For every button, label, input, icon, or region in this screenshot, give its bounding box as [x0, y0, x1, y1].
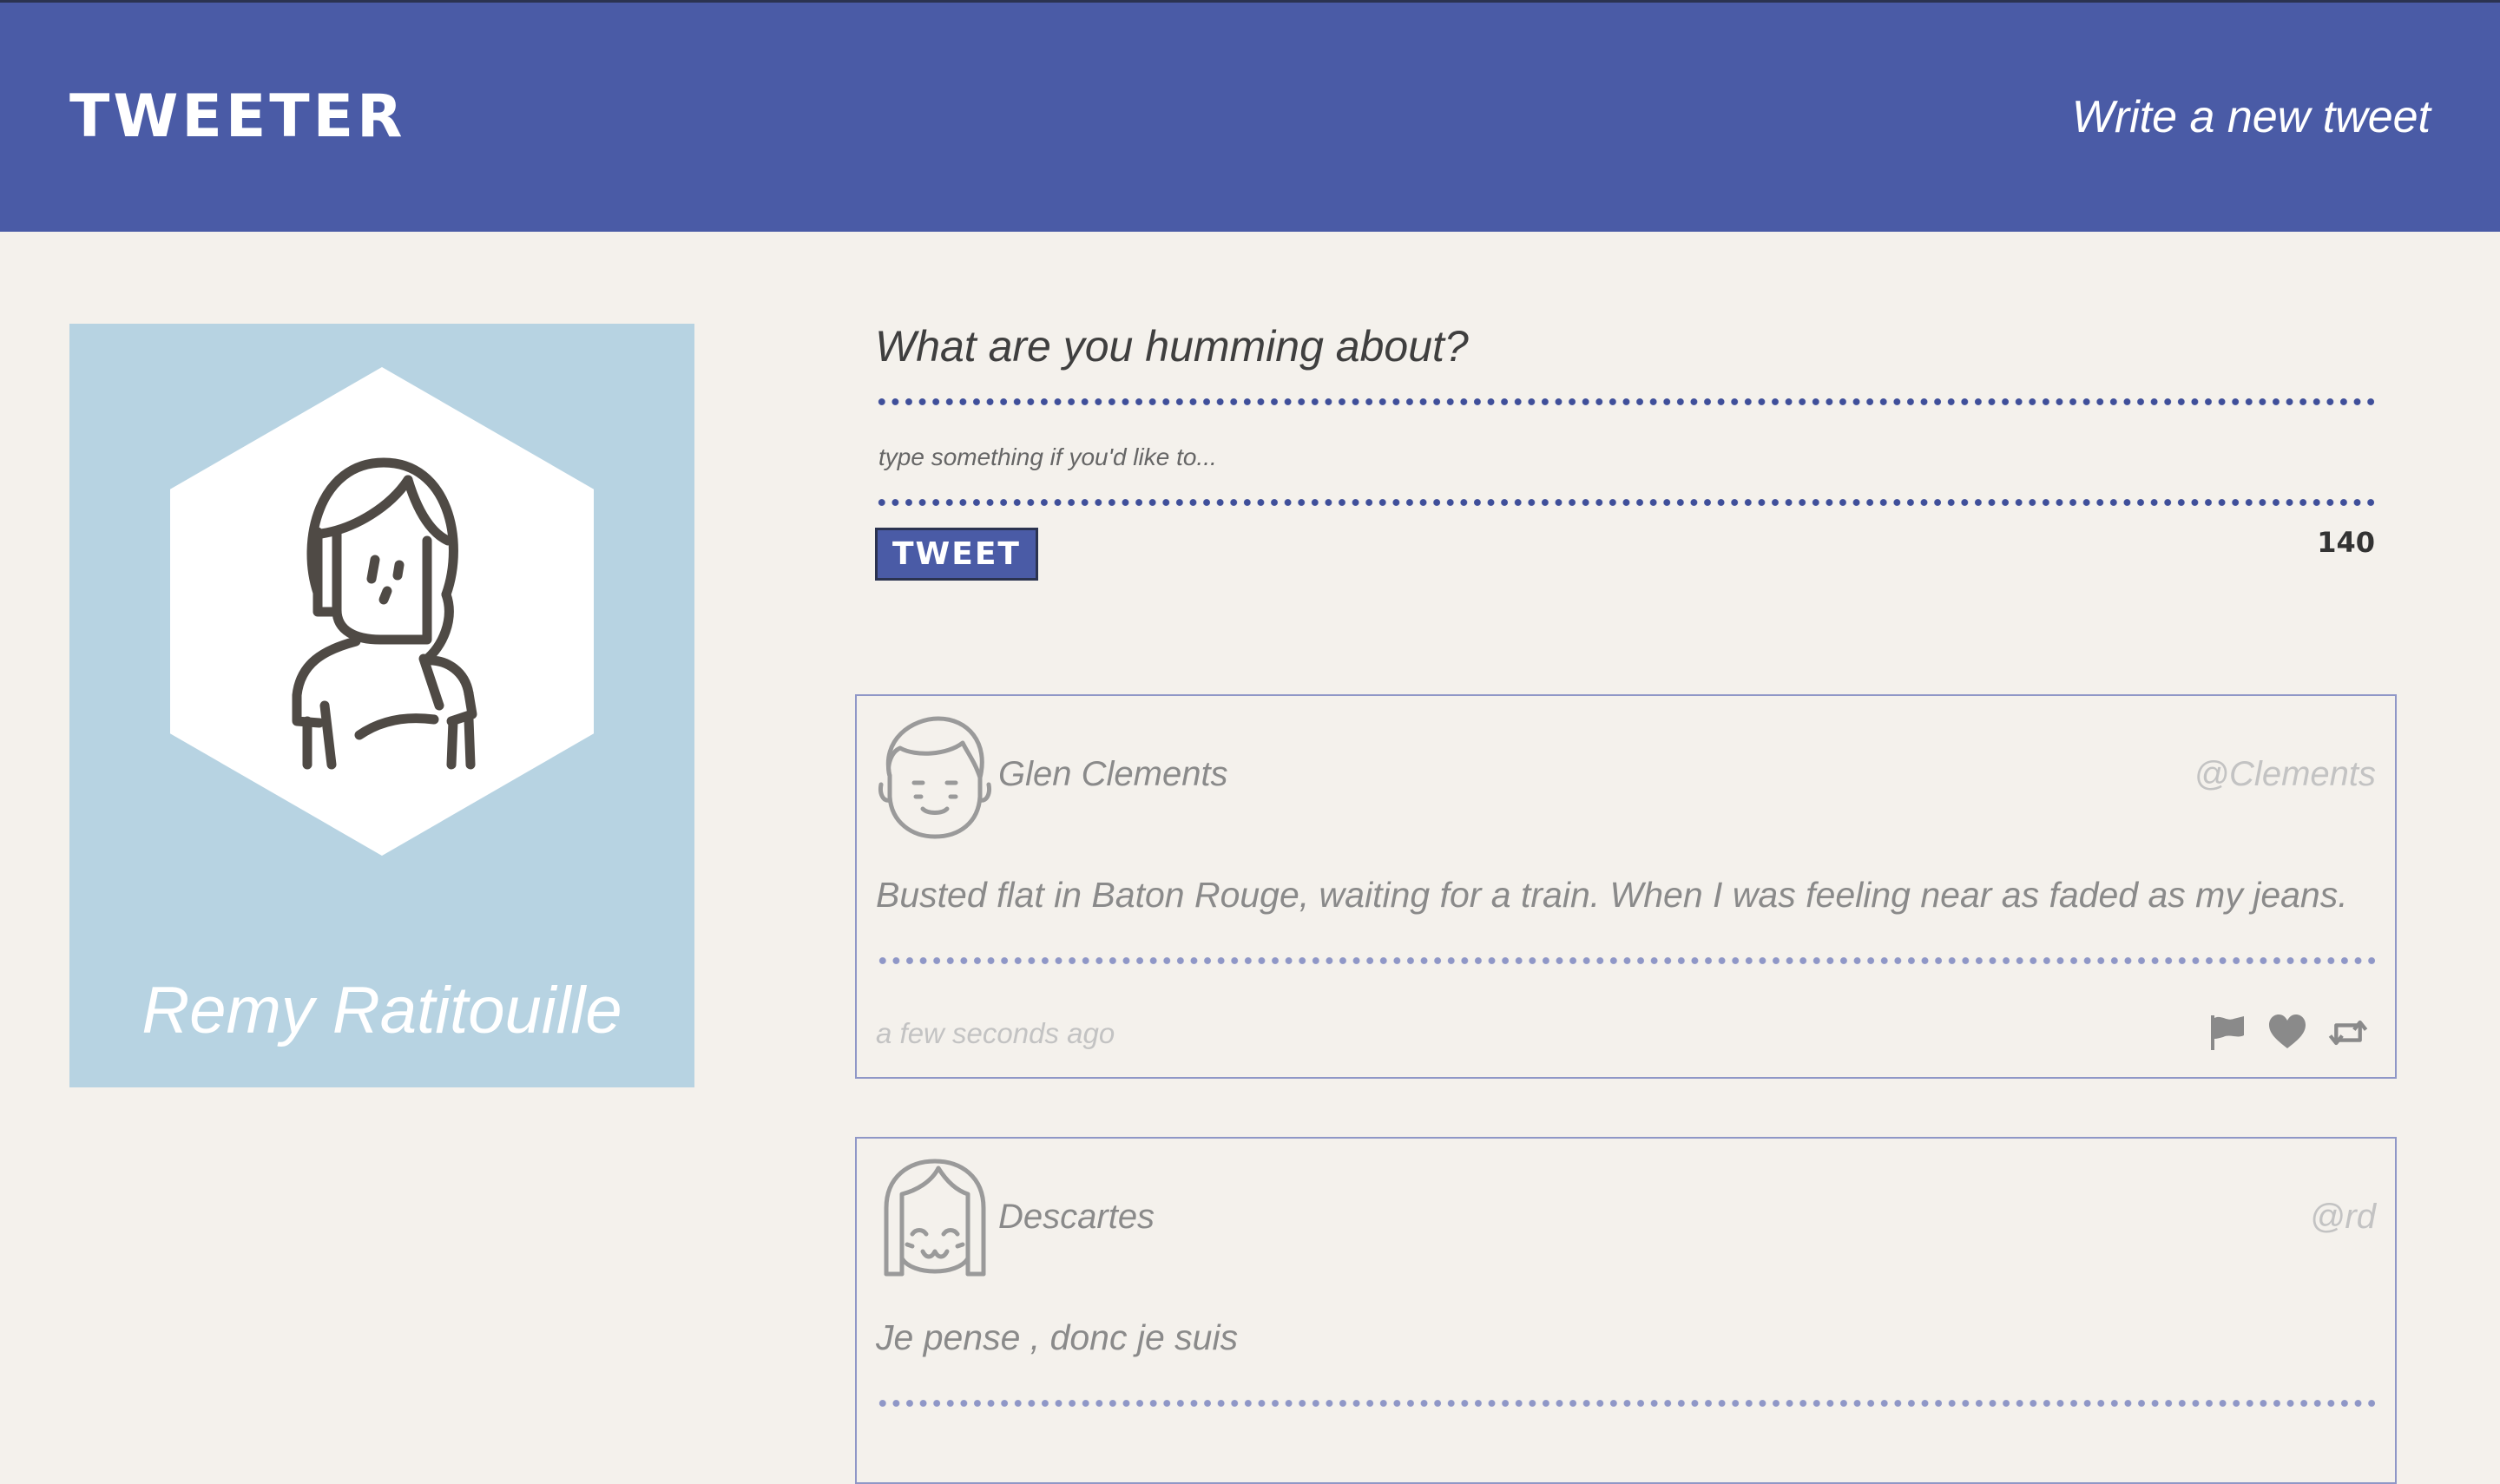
tweet-timestamp: a few seconds ago — [876, 1017, 1115, 1049]
compose-heading: What are you humming about? — [875, 322, 1469, 371]
tweet-card: Glen Clements @Clements Busted flat in B… — [855, 694, 2397, 1079]
flag-icon[interactable] — [2206, 1012, 2247, 1054]
tweet-textarea[interactable] — [875, 427, 2375, 488]
compose-form: What are you humming about? TWEET 140 — [875, 321, 2375, 581]
avatar-boy-icon — [878, 716, 991, 839]
tweet-author-handle[interactable]: @Clements — [2194, 755, 2376, 794]
tweet-content: Je pense , donc je suis — [876, 1317, 1239, 1357]
profile-card: Remy Ratitouille — [69, 324, 694, 1087]
avatar-girl-icon — [884, 1159, 986, 1277]
write-new-tweet-link[interactable]: Write a new tweet — [2072, 91, 2431, 143]
retweet-icon[interactable] — [2327, 1012, 2369, 1054]
dotted-divider — [875, 397, 2375, 406]
heart-icon[interactable] — [2266, 1012, 2308, 1054]
brand-logo[interactable]: TWEETER — [69, 82, 406, 151]
character-counter: 140 — [2317, 526, 2375, 559]
top-navbar: TWEETER Write a new tweet — [0, 0, 2500, 232]
tweet-submit-button[interactable]: TWEET — [875, 528, 1038, 581]
avatar-hexagon — [170, 367, 594, 856]
avatar-girl-icon — [292, 457, 477, 770]
tweet-author-name[interactable]: Glen Clements — [998, 755, 1228, 794]
tweet-card: Descartes @rd Je pense , donc je suis — [855, 1137, 2397, 1484]
dotted-divider — [876, 1399, 2376, 1408]
tweet-author-handle[interactable]: @rd — [2310, 1198, 2376, 1237]
tweet-author-name[interactable]: Descartes — [998, 1198, 1155, 1237]
tweet-actions — [2206, 1012, 2369, 1054]
profile-name: Remy Ratitouille — [141, 974, 622, 1047]
dotted-divider — [876, 956, 2376, 965]
dotted-divider — [875, 498, 2375, 507]
tweet-content: Busted flat in Baton Rouge, waiting for … — [876, 875, 2348, 915]
